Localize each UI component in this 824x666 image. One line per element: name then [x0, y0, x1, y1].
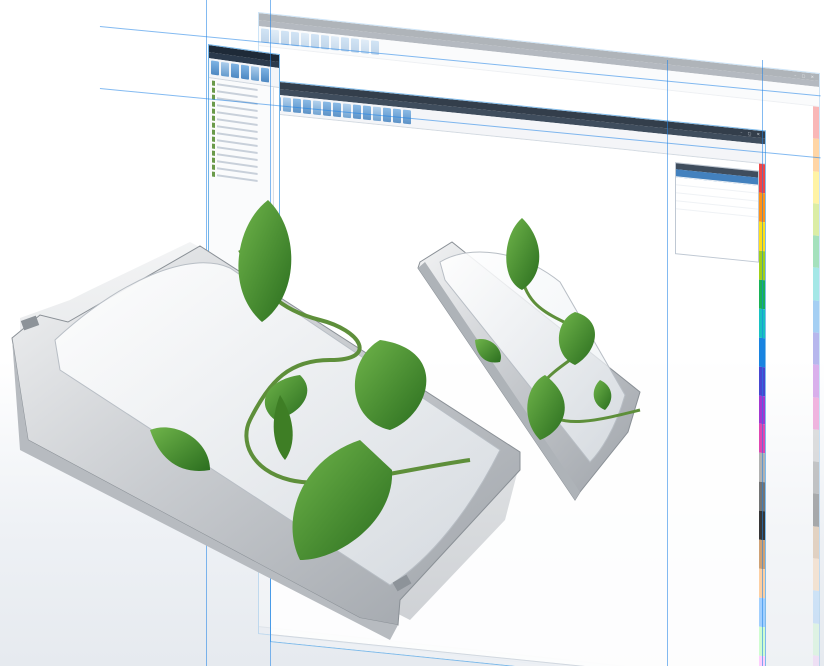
hero-illustration: – ▢ ✕ – ▢ ✕: [0, 0, 824, 666]
product-artwork: [11, 200, 641, 640]
